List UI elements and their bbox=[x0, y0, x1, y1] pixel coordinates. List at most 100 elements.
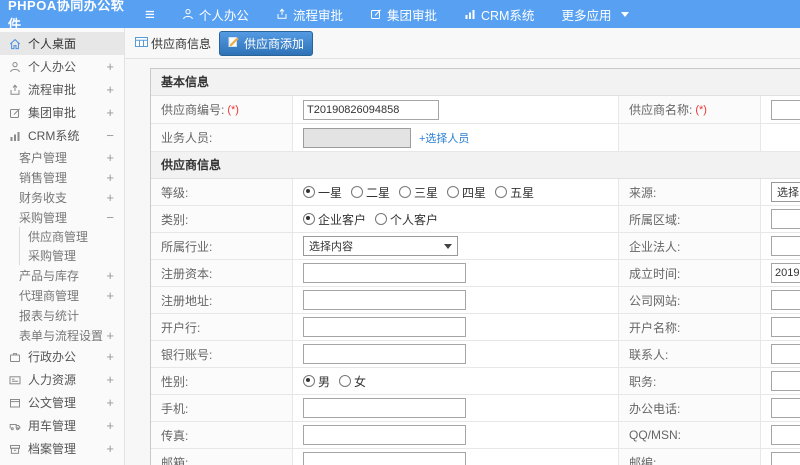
radio-enterprise-customer[interactable]: 企业客户 bbox=[303, 211, 366, 228]
sidebar-item-product-inventory[interactable]: 产品与库存 + bbox=[0, 265, 124, 285]
choose-person-link[interactable]: +选择人员 bbox=[419, 130, 469, 146]
form-row: 类别: 企业客户 个人客户 所属区域: bbox=[151, 206, 800, 233]
website-input[interactable] bbox=[771, 290, 800, 310]
sidebar: 个人桌面 个人办公 + 流程审批 + 集团审批 + CRM系统 − 客户管理 + bbox=[0, 28, 125, 465]
mobile-input[interactable] bbox=[303, 398, 466, 418]
radio-star-2[interactable]: 二星 bbox=[351, 184, 390, 201]
nav-crm-system[interactable]: CRM系统 bbox=[464, 5, 534, 24]
sidebar-item-customer-mgmt[interactable]: 客户管理 + bbox=[0, 147, 124, 167]
form-row: 所属行业: 选择内容 企业法人: bbox=[151, 233, 800, 260]
supplier-form-panel: 基本信息 供应商编号:(*) 供应商名称:(*) 业务人员: +选择人员 bbox=[150, 68, 800, 465]
sidebar-item-vehicle-mgmt[interactable]: 用车管理 + bbox=[0, 414, 124, 437]
qq-msn-input[interactable] bbox=[771, 425, 800, 445]
form-row: 开户行: 开户名称: bbox=[151, 314, 800, 341]
nav-personal-office[interactable]: 个人办公 bbox=[182, 5, 249, 24]
sidebar-item-personal-desktop[interactable]: 个人桌面 bbox=[0, 32, 124, 55]
tab-supplier-add[interactable]: 供应商添加 bbox=[219, 30, 314, 56]
sidebar-item-form-flow-settings[interactable]: 表单与流程设置 + bbox=[0, 325, 124, 345]
qq-msn-label: QQ/MSN: bbox=[619, 422, 761, 448]
radio-personal-customer[interactable]: 个人客户 bbox=[375, 211, 438, 228]
radio-star-1[interactable]: 一星 bbox=[303, 184, 342, 201]
star-rating-radio-group: 一星 二星 三星 四星 五星 bbox=[303, 184, 534, 201]
chart-icon bbox=[464, 8, 476, 20]
zip-label: 邮编: bbox=[619, 449, 761, 465]
sidebar-item-sales-mgmt[interactable]: 销售管理 + bbox=[0, 167, 124, 187]
supplier-name-input[interactable] bbox=[771, 99, 800, 120]
section-title-basic: 基本信息 bbox=[151, 69, 800, 96]
share-icon bbox=[9, 83, 21, 96]
source-select[interactable]: 选择内容 bbox=[771, 182, 800, 202]
radio-star-3[interactable]: 三星 bbox=[399, 184, 438, 201]
car-icon bbox=[9, 420, 21, 432]
tab-supplier-list[interactable]: 供应商信息 bbox=[135, 35, 211, 52]
email-label: 邮箱: bbox=[151, 449, 293, 465]
established-date-label: 成立时间: bbox=[619, 260, 761, 286]
industry-select[interactable]: 选择内容 bbox=[303, 236, 458, 256]
category-radio-group: 企业客户 个人客户 bbox=[303, 211, 438, 228]
nav-workflow-approval[interactable]: 流程审批 bbox=[276, 5, 343, 24]
region-label: 所属区域: bbox=[619, 206, 761, 232]
account-name-label: 开户名称: bbox=[619, 314, 761, 340]
fax-input[interactable] bbox=[303, 425, 466, 445]
sidebar-item-crm-system[interactable]: CRM系统 − bbox=[0, 124, 124, 147]
website-label: 公司网站: bbox=[619, 287, 761, 313]
sidebar-item-workflow-approval[interactable]: 流程审批 + bbox=[0, 78, 124, 101]
sidebar-item-admin-office[interactable]: 行政办公 + bbox=[0, 345, 124, 368]
supplier-code-label: 供应商编号: (*) bbox=[151, 96, 293, 123]
sidebar-item-group-approval[interactable]: 集团审批 + bbox=[0, 101, 124, 124]
sales-person-label: 业务人员: bbox=[151, 124, 293, 151]
registered-capital-label: 注册资本: bbox=[151, 260, 293, 286]
region-input[interactable] bbox=[771, 209, 800, 229]
sidebar-item-supplier-mgmt[interactable]: 供应商管理 bbox=[19, 227, 124, 246]
sidebar-item-reports-stats[interactable]: 报表与统计 bbox=[0, 305, 124, 325]
form-row: 邮箱: 邮编: bbox=[151, 449, 800, 465]
fax-label: 传真: bbox=[151, 422, 293, 448]
mobile-label: 手机: bbox=[151, 395, 293, 421]
sales-person-input[interactable] bbox=[303, 127, 411, 148]
sidebar-item-agent-mgmt[interactable]: 代理商管理 + bbox=[0, 285, 124, 305]
caret-down-icon bbox=[444, 243, 452, 249]
radio-star-5[interactable]: 五星 bbox=[495, 184, 534, 201]
edit-icon bbox=[9, 107, 21, 119]
menu-icon[interactable]: ≡ bbox=[145, 6, 155, 23]
radio-star-4[interactable]: 四星 bbox=[447, 184, 486, 201]
sidebar-item-hr[interactable]: 人力资源 + bbox=[0, 368, 124, 391]
registered-address-input[interactable] bbox=[303, 290, 466, 310]
legal-person-label: 企业法人: bbox=[619, 233, 761, 259]
position-input[interactable] bbox=[771, 371, 800, 391]
established-date-input[interactable] bbox=[771, 263, 800, 283]
industry-label: 所属行业: bbox=[151, 233, 293, 259]
registered-capital-input[interactable] bbox=[303, 263, 466, 283]
form-row: 供应商编号:(*) 供应商名称:(*) bbox=[151, 96, 800, 124]
registered-address-label: 注册地址: bbox=[151, 287, 293, 313]
edit-icon bbox=[370, 8, 382, 20]
required-mark: (*) bbox=[227, 103, 239, 116]
contact-input[interactable] bbox=[771, 344, 800, 364]
legal-person-input[interactable] bbox=[771, 236, 800, 256]
sidebar-item-purchase-mgmt[interactable]: 采购管理 − bbox=[0, 207, 124, 227]
bank-account-label: 银行账号: bbox=[151, 341, 293, 367]
form-row: 业务人员: +选择人员 bbox=[151, 124, 800, 152]
bank-label: 开户行: bbox=[151, 314, 293, 340]
account-name-input[interactable] bbox=[771, 317, 800, 337]
sidebar-item-archive-mgmt[interactable]: 档案管理 + bbox=[0, 437, 124, 460]
nav-more-apps[interactable]: 更多应用 bbox=[561, 5, 630, 24]
form-row: 手机: 办公电话: bbox=[151, 395, 800, 422]
office-phone-input[interactable] bbox=[771, 398, 800, 418]
radio-female[interactable]: 女 bbox=[339, 373, 366, 390]
nav-group-approval[interactable]: 集团审批 bbox=[370, 5, 437, 24]
archive-icon bbox=[9, 443, 21, 455]
sidebar-item-purchasing-mgmt[interactable]: 采购管理 bbox=[19, 246, 124, 265]
gender-radio-group: 男 女 bbox=[303, 373, 366, 390]
sidebar-item-personal-office[interactable]: 个人办公 + bbox=[0, 55, 124, 78]
supplier-code-input[interactable] bbox=[303, 99, 439, 120]
email-input[interactable] bbox=[303, 452, 466, 465]
supplier-name-label: 供应商名称: (*) bbox=[619, 96, 761, 123]
sidebar-item-finance[interactable]: 财务收支 + bbox=[0, 187, 124, 207]
zip-input[interactable] bbox=[771, 452, 800, 465]
bank-account-input[interactable] bbox=[303, 344, 466, 364]
sidebar-item-document-mgmt[interactable]: 公文管理 + bbox=[0, 391, 124, 414]
bank-input[interactable] bbox=[303, 317, 466, 337]
radio-male[interactable]: 男 bbox=[303, 373, 330, 390]
top-navbar: PHPOA协同办公软件 ≡ 个人办公 流程审批 集团审批 CRM系统 更多应用 bbox=[0, 0, 800, 32]
